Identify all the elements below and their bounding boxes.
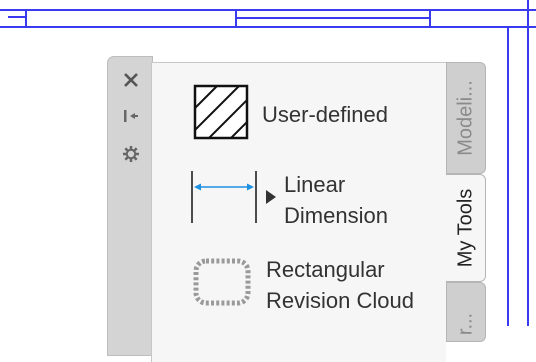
palette-content: User-defined Linear Dimension Rectangula… xyxy=(151,62,446,362)
tool-rectangular-revision-cloud[interactable]: Rectangular Revision Cloud xyxy=(190,253,414,316)
tool-label-line: Revision Cloud xyxy=(266,287,414,313)
palette-title-bar[interactable] xyxy=(107,56,153,356)
hatch-icon xyxy=(192,83,250,146)
tab-my-tools[interactable]: My Tools xyxy=(446,174,486,282)
tool-label-line: Linear xyxy=(284,171,346,197)
tool-palette: User-defined Linear Dimension Rectangula… xyxy=(107,54,487,362)
tab-truncated[interactable]: r... xyxy=(446,282,486,342)
close-icon[interactable] xyxy=(122,71,140,89)
tool-linear-dimension[interactable]: Linear Dimension xyxy=(188,167,388,232)
properties-icon[interactable] xyxy=(122,145,140,163)
tab-modeling[interactable]: Modeli... xyxy=(446,62,486,174)
tool-label-line: Rectangular xyxy=(266,256,385,282)
tool-label: Linear Dimension xyxy=(284,169,388,231)
tab-label: My Tools xyxy=(454,188,476,268)
tool-label: User-defined xyxy=(262,99,388,130)
linear-dimension-icon xyxy=(188,167,282,232)
tool-label: Rectangular Revision Cloud xyxy=(266,254,414,316)
tool-label-line: User-defined xyxy=(262,102,388,127)
tab-label: Modeli... xyxy=(454,80,477,156)
tab-label: r... xyxy=(454,312,477,335)
tool-user-defined[interactable]: User-defined xyxy=(192,83,388,146)
flyout-arrow-icon xyxy=(266,190,276,204)
tool-label-line: Dimension xyxy=(284,202,388,228)
revision-cloud-icon xyxy=(190,253,254,316)
autohide-icon[interactable] xyxy=(122,107,140,125)
